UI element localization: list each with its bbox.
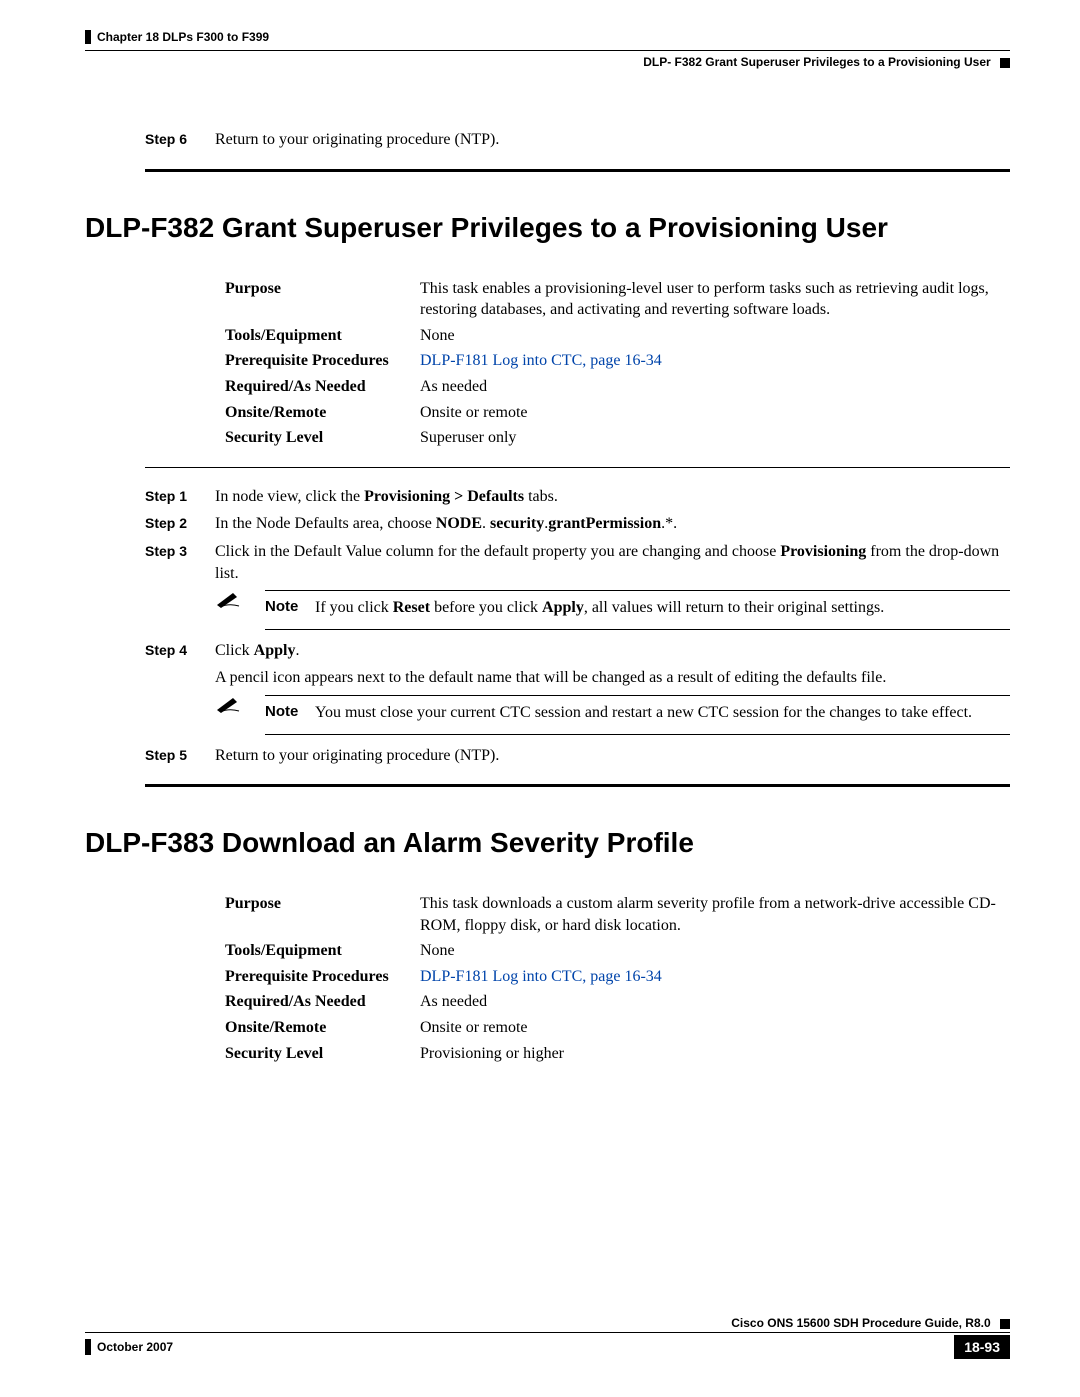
meta-divider — [145, 467, 1010, 468]
note-label: Note — [265, 702, 315, 724]
meta-label: Onsite/Remote — [225, 1017, 420, 1039]
chapter-header: Chapter 18 DLPs F300 to F399 — [85, 30, 1010, 44]
step-text: Click in the Default Value column for th… — [215, 541, 1010, 584]
meta-value: As needed — [420, 376, 1010, 398]
page-footer: Cisco ONS 15600 SDH Procedure Guide, R8.… — [85, 1316, 1010, 1359]
step-label: Step 6 — [145, 131, 215, 147]
step-text: Click Apply. — [215, 640, 1010, 662]
f382-note-1: Note If you click Reset before you click… — [215, 590, 1010, 630]
pencil-icon — [215, 590, 265, 630]
meta-label: Security Level — [225, 1043, 420, 1065]
decorative-square-icon — [1000, 58, 1010, 68]
section-divider — [145, 784, 1010, 787]
step-text: Return to your originating procedure (NT… — [215, 129, 1010, 151]
step-label: Step 4 — [145, 642, 215, 658]
meta-value: Onsite or remote — [420, 402, 1010, 424]
meta-label: Onsite/Remote — [225, 402, 420, 424]
step-label: Step 5 — [145, 747, 215, 763]
f382-step-4-extra: A pencil icon appears next to the defaul… — [215, 667, 1010, 689]
meta-label: Tools/Equipment — [225, 940, 420, 962]
note-text: You must close your current CTC session … — [315, 702, 972, 724]
footer-date: October 2007 — [85, 1339, 173, 1355]
step-label: Step 3 — [145, 543, 215, 559]
step-text: Return to your originating procedure (NT… — [215, 745, 1010, 767]
meta-value: None — [420, 325, 1010, 347]
f382-step-4: Step 4 Click Apply. — [145, 640, 1010, 662]
f383-meta-table: PurposeThis task downloads a custom alar… — [225, 893, 1010, 1064]
meta-label: Security Level — [225, 427, 420, 449]
step-label: Step 1 — [145, 488, 215, 504]
meta-value: This task enables a provisioning-level u… — [420, 278, 1010, 321]
prereq-link[interactable]: DLP-F181 Log into CTC, page 16-34 — [420, 350, 1010, 372]
note-text: If you click Reset before you click Appl… — [315, 597, 884, 619]
f382-step-3: Step 3 Click in the Default Value column… — [145, 541, 1010, 584]
f382-step-2: Step 2 In the Node Defaults area, choose… — [145, 513, 1010, 535]
step-text: In the Node Defaults area, choose NODE. … — [215, 513, 1010, 535]
section-header: DLP- F382 Grant Superuser Privileges to … — [85, 55, 1010, 69]
f382-title: DLP-F382 Grant Superuser Privileges to a… — [85, 212, 1010, 244]
f382-step-5: Step 5 Return to your originating proced… — [145, 745, 1010, 767]
header-rule — [85, 50, 1010, 51]
meta-value: This task downloads a custom alarm sever… — [420, 893, 1010, 936]
meta-value: Superuser only — [420, 427, 1010, 449]
note-label: Note — [265, 597, 315, 619]
section-header-text: DLP- F382 Grant Superuser Privileges to … — [643, 55, 990, 69]
step-text: In node view, click the Provisioning > D… — [215, 486, 1010, 508]
meta-value: Onsite or remote — [420, 1017, 1010, 1039]
meta-label: Prerequisite Procedures — [225, 350, 420, 372]
meta-value: Provisioning or higher — [420, 1043, 1010, 1065]
footer-guide: Cisco ONS 15600 SDH Procedure Guide, R8.… — [731, 1316, 990, 1330]
meta-label: Required/As Needed — [225, 991, 420, 1013]
meta-value: As needed — [420, 991, 1010, 1013]
f382-step-1: Step 1 In node view, click the Provision… — [145, 486, 1010, 508]
f382-meta-table: PurposeThis task enables a provisioning-… — [225, 278, 1010, 449]
meta-label: Prerequisite Procedures — [225, 966, 420, 988]
meta-label: Required/As Needed — [225, 376, 420, 398]
meta-label: Purpose — [225, 278, 420, 321]
previous-step-6: Step 6 Return to your originating proced… — [145, 129, 1010, 151]
meta-label: Tools/Equipment — [225, 325, 420, 347]
meta-value: None — [420, 940, 1010, 962]
prereq-link[interactable]: DLP-F181 Log into CTC, page 16-34 — [420, 966, 1010, 988]
step-label: Step 2 — [145, 515, 215, 531]
section-divider — [145, 169, 1010, 172]
meta-label: Purpose — [225, 893, 420, 936]
f383-title: DLP-F383 Download an Alarm Severity Prof… — [85, 827, 1010, 859]
footer-page-number: 18-93 — [954, 1335, 1010, 1359]
decorative-square-icon — [1000, 1319, 1010, 1329]
pencil-icon — [215, 695, 265, 735]
f382-note-2: Note You must close your current CTC ses… — [215, 695, 1010, 735]
